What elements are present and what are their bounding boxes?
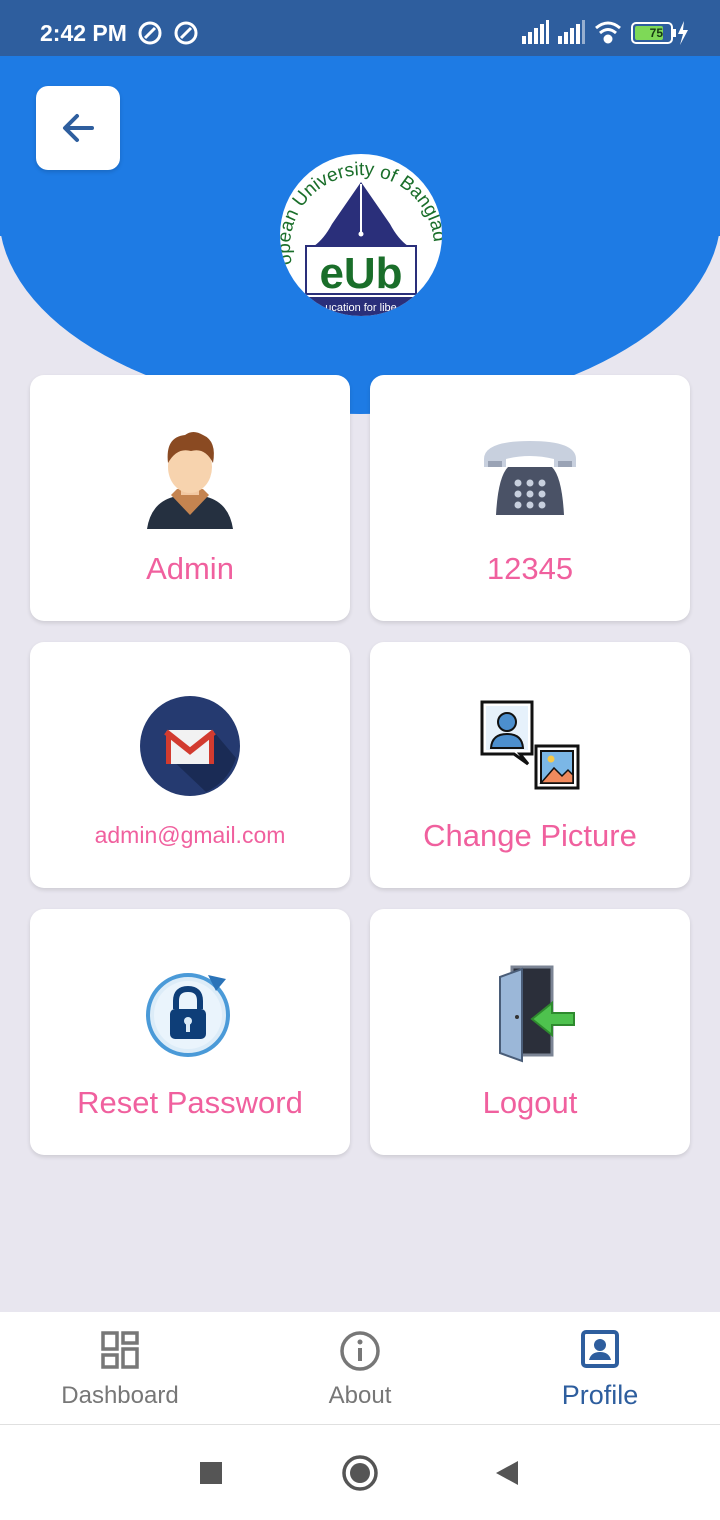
telephone-icon [478, 427, 582, 531]
nav-profile-label: Profile [561, 1380, 639, 1410]
profile-icon [581, 1330, 619, 1368]
nav-about[interactable]: About [240, 1312, 480, 1424]
gmail-icon [138, 694, 242, 798]
nav-dashboard-label: Dashboard [61, 1382, 179, 1409]
logout-label: Logout [482, 1085, 578, 1120]
card-reset-password[interactable]: Reset Password [30, 909, 350, 1155]
back-button[interactable] [36, 86, 120, 170]
card-username[interactable]: Admin [30, 375, 350, 621]
recent-apps-icon[interactable] [199, 1461, 223, 1485]
reset-password-lock-icon [138, 961, 242, 1065]
reset-password-label: Reset Password [77, 1085, 303, 1120]
card-email[interactable]: admin@gmail.com [30, 642, 350, 888]
arrow-left-icon [63, 114, 94, 142]
wifi-icon [595, 21, 621, 44]
user-avatar-icon [138, 427, 242, 531]
change-picture-label: Change Picture [423, 818, 637, 853]
phone-label: 12345 [486, 551, 574, 586]
notification-app-icon [138, 21, 162, 45]
logo-main-text: eUb [319, 249, 402, 298]
university-logo: opean University of Banglad eUb ucation … [280, 154, 442, 316]
logout-door-icon [478, 961, 582, 1065]
system-status-icons [522, 18, 692, 53]
status-bar: 2:42 PM 75 [0, 0, 720, 56]
system-navigation-bar [0, 1425, 720, 1520]
username-label: Admin [146, 551, 234, 586]
signal-icon [558, 20, 585, 44]
nav-profile[interactable]: Profile [480, 1312, 720, 1424]
status-time: 2:42 PM [40, 20, 127, 46]
battery-level: 75 [649, 26, 663, 40]
nav-about-label: About [328, 1382, 392, 1409]
info-icon [340, 1331, 380, 1371]
card-phone[interactable]: 12345 [370, 375, 690, 621]
card-change-picture[interactable]: Change Picture [370, 642, 690, 888]
system-back-icon[interactable] [494, 1459, 520, 1487]
email-label: admin@gmail.com [94, 822, 286, 848]
home-icon[interactable] [341, 1454, 379, 1492]
notification-icons [138, 20, 202, 51]
charging-icon [678, 21, 688, 45]
change-picture-icon [478, 694, 582, 798]
dashboard-icon [101, 1331, 139, 1369]
notification-app-icon [174, 21, 198, 45]
card-logout[interactable]: Logout [370, 909, 690, 1155]
bottom-navigation: Dashboard About Profile [0, 1312, 720, 1425]
nav-dashboard[interactable]: Dashboard [0, 1312, 240, 1424]
signal-icon [522, 20, 549, 44]
